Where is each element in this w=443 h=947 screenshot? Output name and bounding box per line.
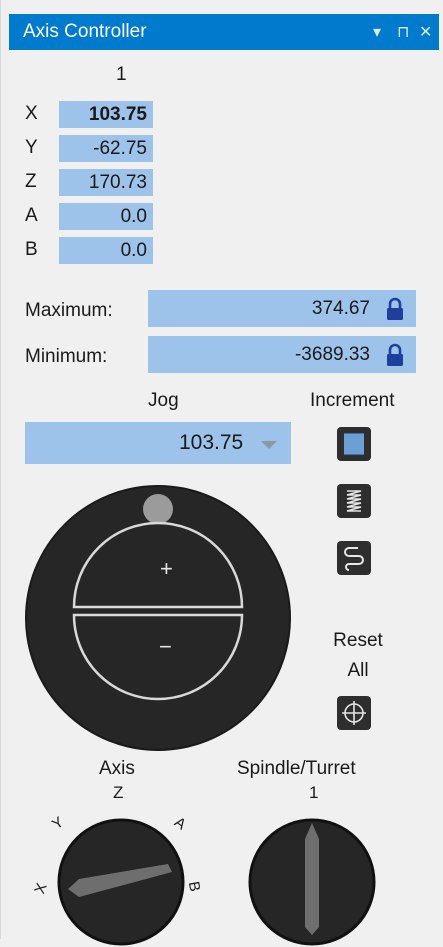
position-x-value[interactable]: 103.75	[59, 101, 153, 128]
minimum-field[interactable]: -3689.33	[148, 336, 416, 373]
position-a-value[interactable]: 0.0	[59, 203, 153, 230]
reset-label-line1: Reset	[333, 630, 383, 651]
maximum-label: Maximum:	[25, 300, 113, 321]
axis-controller-panel: Axis Controller ▾ ⊓ ✕ 1 X 103.75 Y -62.7…	[0, 0, 443, 946]
minimum-value: -3689.33	[294, 344, 370, 365]
crosshair-icon	[342, 701, 366, 725]
position-column-header: 1	[116, 64, 127, 85]
jog-wheel-grip	[143, 494, 173, 524]
axis-knob-label-b: B	[184, 880, 204, 893]
fine-increment-button[interactable]	[337, 427, 371, 461]
axis-label-y: Y	[25, 137, 38, 158]
position-y-value[interactable]: -62.75	[59, 135, 153, 162]
axis-selector-knob[interactable]	[56, 817, 186, 947]
pin-icon[interactable]: ⊓	[397, 22, 409, 42]
spindle-selector-label: Spindle/Turret	[237, 758, 356, 779]
dropdown-menu-icon[interactable]: ▾	[373, 22, 381, 42]
jog-value: 103.75	[179, 431, 244, 454]
reset-label-line2: All	[347, 660, 369, 681]
axis-label-b: B	[25, 239, 38, 260]
axis-label-z: Z	[25, 171, 37, 192]
axis-knob-label-x: X	[31, 880, 51, 897]
minimum-label: Minimum:	[25, 346, 108, 367]
maximum-value: 374.67	[311, 298, 370, 319]
title-bar: Axis Controller ▾ ⊓ ✕	[9, 14, 439, 50]
close-icon[interactable]: ✕	[419, 22, 432, 42]
window-title: Axis Controller	[23, 21, 147, 42]
axis-selector-current: Z	[113, 783, 124, 802]
spindle-selector-knob[interactable]	[247, 817, 377, 947]
axis-selector-label: Axis	[99, 758, 135, 779]
jog-wheel[interactable]	[23, 483, 293, 753]
chevron-down-icon[interactable]	[261, 441, 277, 449]
position-b-value[interactable]: 0.0	[59, 237, 153, 264]
jog-minus-button[interactable]: −	[159, 634, 172, 660]
jog-label: Jog	[148, 390, 179, 411]
coarse-increment-button[interactable]	[337, 541, 371, 575]
fine-increment-icon	[344, 433, 364, 455]
reset-all-button[interactable]	[337, 696, 371, 730]
jog-plus-button[interactable]: +	[160, 556, 173, 582]
spindle-selector-current: 1	[309, 783, 319, 802]
medium-increment-button[interactable]	[337, 484, 371, 518]
increment-label: Increment	[310, 390, 395, 411]
position-z-value[interactable]: 170.73	[59, 169, 153, 196]
spindle-knob-pointer	[305, 823, 319, 935]
coarse-increment-icon	[344, 547, 364, 571]
minimum-lock-icon[interactable]	[386, 343, 404, 366]
axis-label-x: X	[25, 103, 38, 124]
axis-label-a: A	[25, 205, 38, 226]
maximum-lock-icon[interactable]	[386, 297, 404, 320]
maximum-field[interactable]: 374.67	[148, 290, 416, 327]
medium-increment-icon	[346, 490, 362, 512]
jog-dropdown[interactable]: 103.75	[25, 422, 291, 464]
